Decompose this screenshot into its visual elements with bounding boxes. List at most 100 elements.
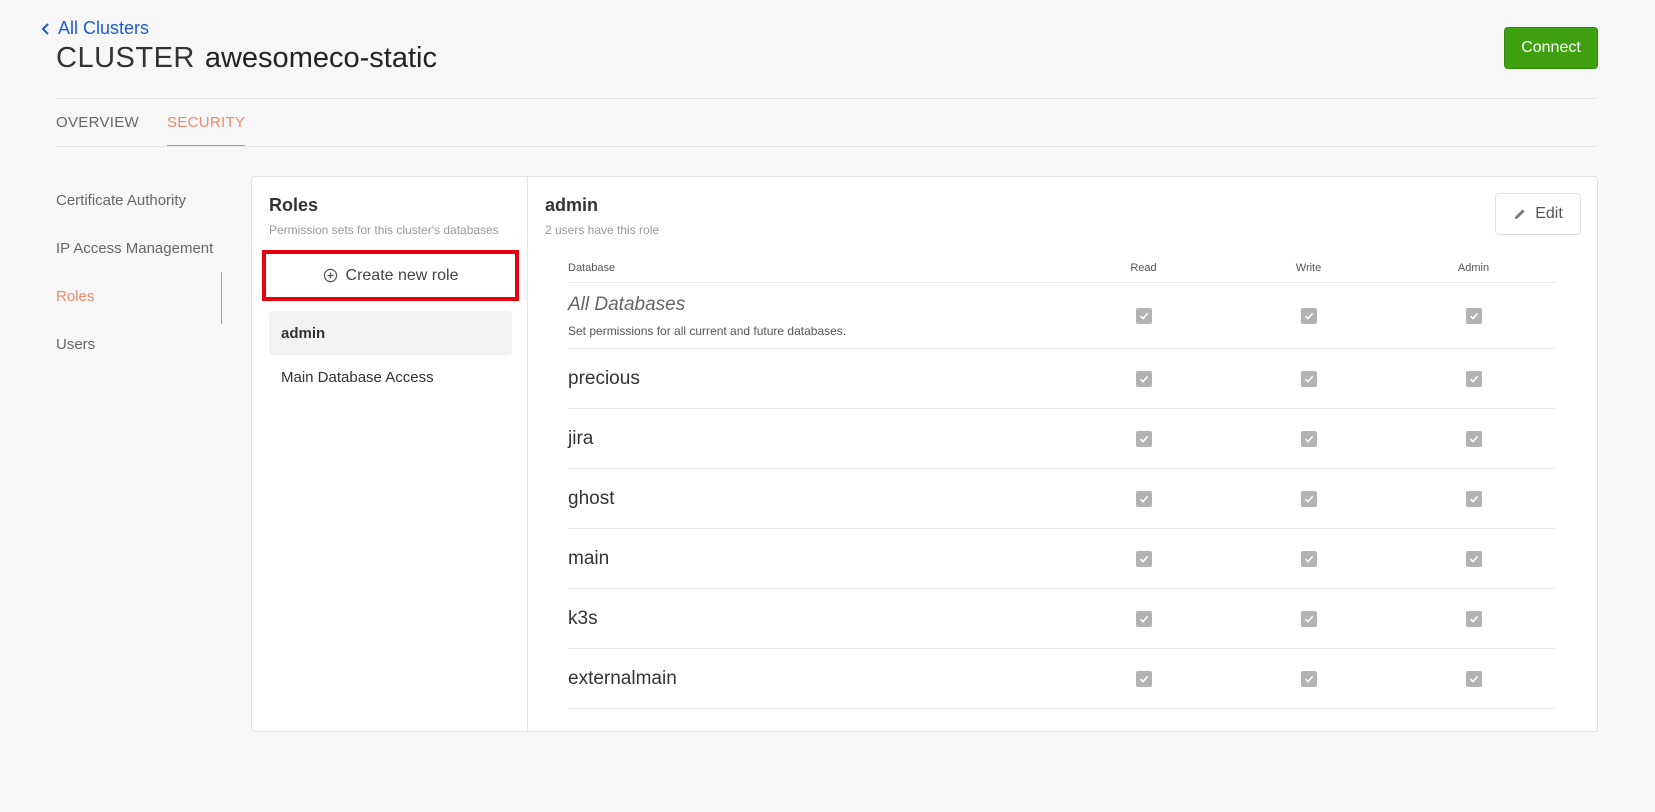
back-link-label: All Clusters — [58, 18, 150, 38]
side-item-ip-access-management[interactable]: IP Access Management — [56, 224, 222, 272]
pencil-icon — [1515, 209, 1525, 219]
divider — [56, 146, 1598, 147]
database-name: externalmain — [568, 667, 677, 689]
tab-overview[interactable]: OVERVIEW — [56, 114, 139, 146]
roles-subtitle: Permission sets for this cluster's datab… — [269, 223, 499, 237]
admin-checkbox[interactable] — [1465, 550, 1482, 567]
checkmark-icon — [1304, 312, 1313, 320]
table-row: k3s — [568, 589, 1556, 649]
checkmark-icon — [1304, 375, 1313, 383]
tab-security[interactable]: SECURITY — [166, 114, 246, 146]
admin-cell — [1391, 670, 1556, 687]
write-cell — [1226, 490, 1391, 507]
checkmark-icon — [1304, 435, 1313, 443]
divider — [56, 98, 1598, 99]
read-checkbox[interactable] — [1135, 430, 1152, 447]
write-cell — [1226, 670, 1391, 687]
checkmark-icon — [1139, 555, 1148, 563]
column-header-write: Write — [1295, 261, 1322, 274]
admin-checkbox[interactable] — [1465, 430, 1482, 447]
role-item-main-database-access[interactable]: Main Database Access — [269, 355, 512, 399]
read-checkbox[interactable] — [1135, 307, 1152, 324]
checkmark-icon — [1469, 312, 1478, 320]
admin-checkbox[interactable] — [1465, 610, 1482, 627]
write-cell — [1226, 550, 1391, 567]
checkmark-icon — [1139, 615, 1148, 623]
write-cell — [1226, 610, 1391, 627]
role-item-admin[interactable]: admin — [269, 311, 512, 355]
read-checkbox[interactable] — [1135, 610, 1152, 627]
checkmark-icon — [1139, 435, 1148, 443]
page-title: CLUSTER awesomeco-static — [56, 42, 437, 75]
side-item-roles[interactable]: Roles — [56, 272, 222, 324]
read-cell — [1061, 670, 1226, 687]
admin-checkbox[interactable] — [1465, 307, 1482, 324]
create-new-role-label: Create new role — [345, 266, 459, 284]
checkmark-icon — [1139, 312, 1148, 320]
checkmark-icon — [1469, 615, 1478, 623]
write-checkbox[interactable] — [1300, 550, 1317, 567]
read-checkbox[interactable] — [1135, 670, 1152, 687]
read-checkbox[interactable] — [1135, 490, 1152, 507]
table-body: All Databases Set permissions for all cur… — [568, 283, 1556, 709]
permissions-table: Database Read Write Admin All Databases S… — [568, 253, 1556, 709]
checkmark-icon — [1469, 375, 1478, 383]
edit-button[interactable]: Edit — [1495, 193, 1581, 235]
admin-checkbox[interactable] — [1465, 490, 1482, 507]
database-name: precious — [568, 367, 640, 389]
create-new-role-button[interactable]: Create new role — [262, 250, 519, 301]
admin-cell — [1391, 610, 1556, 627]
write-checkbox[interactable] — [1300, 430, 1317, 447]
write-checkbox[interactable] — [1300, 610, 1317, 627]
table-row: ghost — [568, 469, 1556, 529]
checkmark-icon — [1304, 675, 1313, 683]
page: All Clusters CLUSTER awesomeco-static Co… — [0, 0, 1655, 812]
cluster-prefix: CLUSTER — [56, 42, 195, 74]
column-header-read: Read — [1130, 261, 1157, 274]
security-side-nav: Certificate Authority IP Access Manageme… — [56, 176, 222, 368]
edit-label: Edit — [1535, 205, 1563, 222]
role-user-count: 2 users have this role — [545, 223, 660, 237]
roles-panel: Roles Permission sets for this cluster's… — [252, 177, 528, 731]
side-item-certificate-authority[interactable]: Certificate Authority — [56, 176, 222, 224]
table-row: externalmain — [568, 649, 1556, 709]
admin-checkbox[interactable] — [1465, 370, 1482, 387]
database-description: Set permissions for all current and futu… — [568, 323, 847, 338]
checkmark-icon — [1304, 495, 1313, 503]
chevron-left-icon — [41, 22, 49, 35]
table-row: All Databases Set permissions for all cur… — [568, 283, 1556, 349]
checkmark-icon — [1304, 615, 1313, 623]
database-name: All Databases — [568, 293, 686, 315]
read-checkbox[interactable] — [1135, 550, 1152, 567]
tab-bar: OVERVIEW SECURITY — [56, 114, 246, 146]
write-checkbox[interactable] — [1300, 307, 1317, 324]
column-header-database: Database — [568, 261, 616, 274]
connect-button[interactable]: Connect — [1504, 27, 1598, 69]
admin-checkbox[interactable] — [1465, 670, 1482, 687]
admin-cell — [1391, 307, 1556, 324]
write-cell — [1226, 430, 1391, 447]
admin-cell — [1391, 490, 1556, 507]
write-checkbox[interactable] — [1300, 370, 1317, 387]
side-item-users[interactable]: Users — [56, 320, 222, 368]
database-cell: main — [568, 548, 1061, 570]
database-cell: jira — [568, 428, 1061, 450]
table-row: precious — [568, 349, 1556, 409]
column-header-admin: Admin — [1457, 261, 1490, 274]
table-row: main — [568, 529, 1556, 589]
database-name: ghost — [568, 487, 615, 509]
read-cell — [1061, 370, 1226, 387]
write-cell — [1226, 370, 1391, 387]
all-clusters-link[interactable]: All Clusters — [40, 18, 149, 39]
write-checkbox[interactable] — [1300, 490, 1317, 507]
database-cell: k3s — [568, 608, 1061, 630]
role-name: admin — [545, 195, 599, 215]
read-cell — [1061, 550, 1226, 567]
admin-cell — [1391, 430, 1556, 447]
write-checkbox[interactable] — [1300, 670, 1317, 687]
admin-cell — [1391, 370, 1556, 387]
checkmark-icon — [1139, 675, 1148, 683]
read-checkbox[interactable] — [1135, 370, 1152, 387]
checkmark-icon — [1139, 375, 1148, 383]
checkmark-icon — [1304, 555, 1313, 563]
